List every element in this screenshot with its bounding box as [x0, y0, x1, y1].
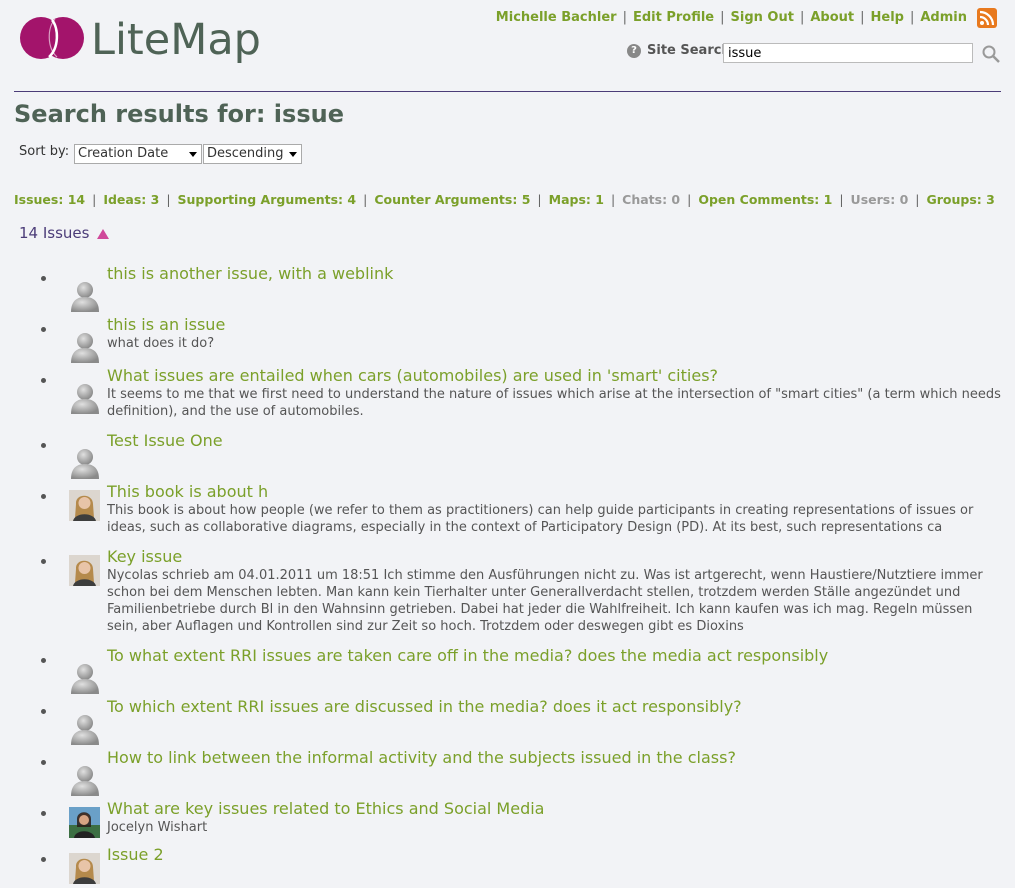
result-count-link[interactable]: Maps: 1: [549, 192, 604, 207]
help-link[interactable]: Help: [871, 10, 904, 25]
top-navigation: Michelle Bachler | Edit Profile | Sign Out | A…: [496, 10, 967, 25]
default-user-avatar-icon[interactable]: [69, 331, 101, 363]
issue-title-link[interactable]: this is another issue, with a weblink: [107, 264, 393, 283]
chevron-down-icon: [189, 152, 197, 157]
issue-title-link[interactable]: To what extent RRI issues are taken care…: [107, 646, 828, 665]
count-separator: |: [537, 192, 542, 207]
search-input[interactable]: [723, 43, 973, 63]
search-label: Site Search: [647, 43, 731, 58]
issue-title-link[interactable]: Key issue: [107, 547, 182, 566]
user-photo-avatar[interactable]: [69, 807, 100, 838]
result-count-link[interactable]: Issues: 14: [14, 192, 85, 207]
issue-title-link[interactable]: What are key issues related to Ethics an…: [107, 799, 544, 818]
sort-field-value: Creation Date: [78, 146, 169, 161]
result-type-counts: Issues: 14 | Ideas: 3 | Supporting Arguments…: [14, 192, 995, 207]
nav-separator: |: [622, 10, 627, 25]
logo-mark-icon: [20, 17, 84, 59]
list-bullet: [41, 559, 46, 564]
sort-label: Sort by:: [19, 144, 70, 159]
result-count-link[interactable]: Ideas: 3: [103, 192, 159, 207]
issue-description: Jocelyn Wishart: [107, 820, 208, 835]
issue-description: Nycolas schrieb am 04.01.2011 um 18:51 I…: [107, 568, 983, 634]
default-user-avatar-icon[interactable]: [69, 662, 101, 694]
count-separator: |: [166, 192, 171, 207]
user-profile-link[interactable]: Michelle Bachler: [496, 10, 617, 25]
result-count-link: Chats: 0: [622, 192, 681, 207]
issue-title-link[interactable]: Test Issue One: [107, 431, 223, 450]
issue-description: This book is about how people (we refer …: [107, 503, 974, 535]
rss-feed-icon[interactable]: [977, 8, 997, 28]
search-icon[interactable]: [981, 44, 1001, 64]
nav-separator: |: [909, 10, 915, 25]
issue-description: It seems to me that we first need to und…: [107, 387, 1001, 419]
default-user-avatar-icon[interactable]: [69, 280, 101, 312]
default-user-avatar-icon[interactable]: [69, 382, 101, 414]
count-separator: |: [363, 192, 368, 207]
sort-bar: Sort by: Creation Date Descending: [19, 144, 302, 164]
count-separator: |: [610, 192, 616, 207]
edit-profile-link[interactable]: Edit Profile: [633, 10, 714, 25]
result-count-link[interactable]: Counter Arguments: 5: [374, 192, 530, 207]
count-separator: |: [839, 192, 844, 207]
user-photo-avatar[interactable]: [69, 490, 100, 521]
issue-title-link[interactable]: this is an issue: [107, 315, 225, 334]
sign-out-link[interactable]: Sign Out: [731, 10, 794, 25]
about-link[interactable]: About: [810, 10, 854, 25]
count-separator: |: [915, 192, 920, 207]
nav-separator: |: [720, 10, 725, 25]
issue-title-link[interactable]: To which extent RRI issues are discussed…: [107, 697, 742, 716]
list-bullet: [41, 443, 46, 448]
page-title: Search results for: issue: [14, 100, 344, 128]
user-photo-avatar[interactable]: [69, 853, 100, 884]
result-count-link[interactable]: Supporting Arguments: 4: [178, 192, 357, 207]
site-search: ? Site Search: [627, 43, 1000, 63]
chevron-down-icon: [289, 152, 297, 157]
default-user-avatar-icon[interactable]: [69, 713, 101, 745]
header-divider: [14, 91, 1001, 92]
issue-description: what does it do?: [107, 336, 215, 351]
list-bullet: [41, 276, 46, 281]
search-help-icon[interactable]: ?: [627, 43, 641, 58]
list-bullet: [41, 658, 46, 663]
result-count-link: Users: 0: [850, 192, 909, 207]
nav-separator: |: [860, 10, 865, 25]
sort-field-select[interactable]: Creation Date: [74, 144, 202, 164]
collapse-triangle-icon[interactable]: [97, 229, 110, 239]
count-separator: |: [92, 192, 97, 207]
issue-title-link[interactable]: This book is about h: [107, 482, 268, 501]
litemap-logo[interactable]: LiteMap: [19, 14, 269, 66]
list-bullet: [41, 709, 46, 714]
result-count-link[interactable]: Open Comments: 1: [698, 192, 832, 207]
list-bullet: [41, 378, 46, 383]
logo-text: LiteMap: [91, 15, 261, 65]
admin-link[interactable]: Admin: [920, 10, 967, 25]
count-separator: |: [687, 192, 692, 207]
sort-order-select[interactable]: Descending: [203, 144, 302, 164]
list-bullet: [41, 494, 46, 499]
default-user-avatar-icon[interactable]: [69, 447, 101, 479]
nav-separator: |: [799, 10, 805, 25]
issue-title-link[interactable]: Issue 2: [107, 845, 164, 864]
issue-title-link[interactable]: What issues are entailed when cars (auto…: [107, 366, 718, 385]
list-bullet: [41, 857, 46, 862]
list-bullet: [41, 760, 46, 765]
default-user-avatar-icon[interactable]: [69, 764, 101, 796]
issue-title-link[interactable]: How to link between the informal activit…: [107, 748, 736, 767]
user-photo-avatar[interactable]: [69, 555, 100, 586]
issues-section-heading[interactable]: 14 Issues: [19, 224, 110, 242]
list-bullet: [41, 327, 46, 332]
issues-count-label: 14 Issues: [19, 224, 90, 242]
list-bullet: [41, 811, 46, 816]
sort-order-value: Descending: [207, 146, 284, 161]
result-count-link[interactable]: Groups: 3: [927, 192, 995, 207]
